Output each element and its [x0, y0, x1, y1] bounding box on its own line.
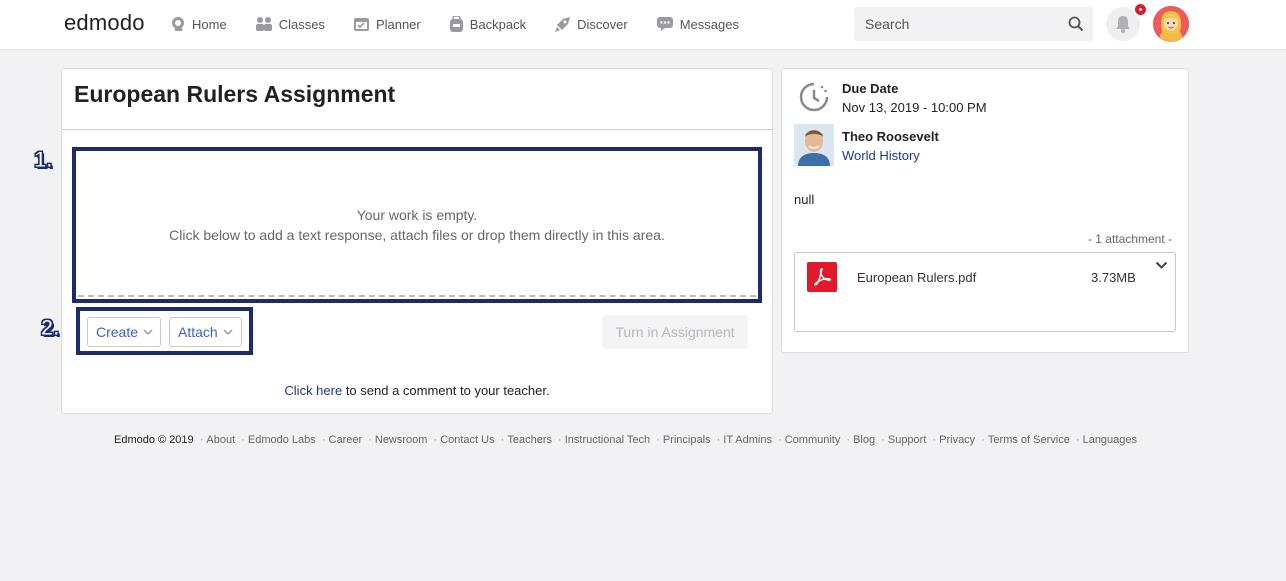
footer-link-about[interactable]: About [206, 434, 235, 446]
edmodo-logo[interactable]: edmodo [64, 10, 145, 36]
main-nav: Home Classes Planner Backpack Discover M… [170, 0, 767, 48]
nav-label-backpack: Backpack [469, 16, 527, 32]
assignment-title: European Rulers Assignment [74, 81, 396, 107]
turn-in-assignment-button[interactable]: Turn in Assignment [602, 315, 748, 349]
user-avatar[interactable] [1153, 6, 1189, 42]
drop-zone-dashed-border [78, 153, 756, 297]
comment-text: to send a comment to your teacher. [342, 383, 550, 398]
nav-label-classes: Classes [278, 16, 325, 32]
nav-label-home: Home [192, 16, 227, 32]
teacher-name[interactable]: Theo Roosevelt [842, 129, 939, 144]
notification-badge [1133, 2, 1148, 17]
attachment-filename[interactable]: European Rulers.pdf [857, 270, 976, 285]
assignment-details-card: Due Date Nov 13, 2019 - 10:00 PM Theo Ro… [781, 68, 1189, 353]
assignment-card: European Rulers Assignment Your work is … [61, 68, 773, 414]
nav-label-discover: Discover [577, 16, 628, 32]
teacher-photo-icon [794, 124, 834, 166]
nav-item-classes[interactable]: Classes [255, 16, 325, 32]
empty-work-instructions: Click below to add a text response, atta… [169, 227, 665, 243]
top-navigation-bar: edmodo Home Classes Planner Backpack Dis… [0, 0, 1286, 50]
footer-link-community[interactable]: Community [785, 434, 841, 446]
nav-item-planner[interactable]: Planner [353, 16, 421, 32]
footer-link-languages[interactable]: Languages [1083, 434, 1137, 446]
footer: Edmodo © 2019 · About · Edmodo Labs · Caree… [114, 434, 1138, 446]
create-attach-highlight: Create Attach [76, 307, 253, 355]
footer-link-newsroom[interactable]: Newsroom [375, 434, 428, 446]
attachment-item[interactable]: European Rulers.pdf 3.73MB [794, 252, 1176, 332]
title-divider [62, 129, 772, 130]
annotation-step-2: 2. [40, 315, 60, 341]
footer-link-contact-us[interactable]: Contact Us [440, 434, 494, 446]
footer-link-privacy[interactable]: Privacy [939, 434, 975, 446]
nav-item-backpack[interactable]: Backpack [449, 15, 527, 33]
search-icon[interactable] [1068, 16, 1084, 32]
chevron-down-icon [143, 328, 153, 335]
footer-link-terms-of-service[interactable]: Terms of Service [988, 434, 1070, 446]
work-drop-zone[interactable]: Your work is empty. Click below to add a… [72, 147, 762, 303]
nav-label-planner: Planner [375, 16, 421, 32]
footer-link-career[interactable]: Career [329, 434, 363, 446]
bell-icon [1116, 16, 1130, 33]
planner-icon [353, 18, 369, 31]
create-dropdown-button[interactable]: Create [87, 317, 161, 347]
nav-label-messages: Messages [679, 16, 739, 32]
attach-dropdown-button[interactable]: Attach [169, 317, 242, 347]
comment-prompt: Click here to send a comment to your tea… [62, 383, 772, 398]
clock-icon [799, 82, 829, 112]
footer-link-instructional-tech[interactable]: Instructional Tech [565, 434, 650, 446]
discover-icon [555, 16, 571, 32]
footer-link-support[interactable]: Support [888, 434, 927, 446]
comment-link[interactable]: Click here [284, 383, 342, 398]
chevron-down-icon[interactable] [1155, 261, 1168, 270]
footer-link-edmodo-labs[interactable]: Edmodo Labs [248, 434, 316, 446]
annotation-step-1: 1. [33, 147, 53, 173]
assignment-description: null [794, 192, 815, 207]
pdf-icon [807, 262, 837, 292]
footer-link-it-admins[interactable]: IT Admins [723, 434, 772, 446]
footer-link-blog[interactable]: Blog [853, 434, 875, 446]
search-input[interactable] [854, 7, 1054, 41]
nav-item-home[interactable]: Home [170, 16, 227, 32]
footer-copyright: Edmodo © 2019 [114, 434, 194, 446]
attachment-filesize: 3.73MB [1091, 270, 1136, 285]
due-date-label: Due Date [842, 81, 899, 96]
chevron-down-icon [223, 328, 233, 335]
teacher-avatar[interactable] [794, 124, 834, 166]
classes-icon [255, 17, 272, 31]
nav-item-discover[interactable]: Discover [554, 16, 628, 33]
messages-icon [656, 17, 673, 31]
user-avatar-icon [1153, 6, 1189, 42]
due-date-value: Nov 13, 2019 - 10:00 PM [842, 100, 987, 115]
nav-item-messages[interactable]: Messages [656, 16, 739, 32]
create-label: Create [96, 324, 139, 340]
home-icon [172, 17, 184, 31]
backpack-icon [449, 15, 463, 32]
search-bar [854, 7, 1093, 41]
class-link[interactable]: World History [842, 148, 920, 163]
attach-label: Attach [178, 324, 218, 340]
empty-work-message: Your work is empty. [356, 207, 478, 223]
footer-link-teachers[interactable]: Teachers [507, 434, 552, 446]
attachment-count: - 1 attachment - [1087, 232, 1172, 246]
footer-link-principals[interactable]: Principals [663, 434, 711, 446]
